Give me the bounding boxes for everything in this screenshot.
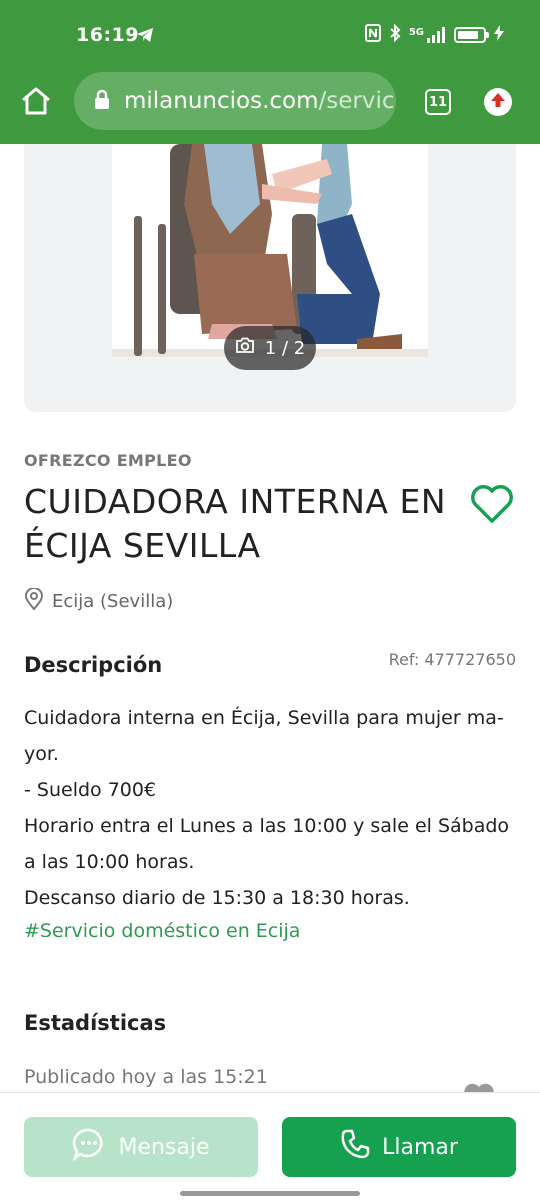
charging-icon [494,25,504,45]
description-heading: Descripción [24,653,163,677]
image-gallery[interactable]: 1 / 2 [24,144,516,412]
description-line: Horario entra el Lunes a las 10:00 y sal… [24,815,510,837]
photo-counter-text: 1 / 2 [264,337,306,359]
lock-icon [94,89,110,116]
message-label: Mensaje [118,1134,210,1160]
url-path: /servic [318,88,395,114]
network-label: 5G [408,27,424,38]
status-bar: 16:19 5G [0,0,540,70]
stats-heading: Estadísticas [24,1011,167,1035]
tab-switcher-button[interactable]: 11 [425,89,451,115]
location-text: Ecija (Sevilla) [52,591,174,612]
published-date: Publicado hoy a las 15:21 [24,1066,268,1088]
description-text: Cuidadora interna en Écija, Sevilla para… [24,700,516,916]
description-line: Descanso diario de 15:30 a 18:30 horas. [24,887,410,909]
nfc-icon [364,24,381,46]
tab-count: 11 [428,94,448,110]
home-icon[interactable] [20,86,52,120]
status-icons: 5G [364,23,504,46]
category-tag-link[interactable]: #Servicio doméstico en Ecija [24,920,300,942]
description-line: - Sueldo 700€ [24,779,157,801]
phone-icon [340,1129,370,1165]
telegram-icon [136,27,154,47]
message-button[interactable]: Mensaje [24,1117,258,1177]
action-bar: Mensaje Llamar [0,1092,540,1200]
location-pin-icon [24,587,44,615]
description-line: yor. [24,743,59,765]
listing-category: OFREZCO EMPLEO [24,451,192,470]
chat-icon [72,1127,106,1167]
signal-icon: 5G [409,27,446,43]
status-time: 16:19 [76,24,139,46]
url-host: milanuncios.com [124,88,319,114]
description-line: Cuidadora interna en Écija, Sevilla para… [24,707,504,729]
listing-title: CUIDADORA INTERNA EN ÉCIJA SEVILLA [24,482,447,565]
description-line: a las 10:00 horas. [24,851,195,873]
update-button[interactable] [484,88,512,116]
listing-reference: Ref: 477727650 [388,650,516,669]
gesture-nav-bar[interactable] [180,1191,360,1196]
camera-icon [235,337,255,359]
bluetooth-icon [389,23,401,46]
arrow-up-icon [490,92,506,112]
listing-location: Ecija (Sevilla) [24,587,174,615]
photo-counter: 1 / 2 [224,326,316,370]
battery-icon [454,27,489,43]
heart-icon[interactable] [470,484,514,528]
browser-header: 16:19 5G milanuncios.com/servic 11 [0,0,540,144]
call-button[interactable]: Llamar [282,1117,516,1177]
url-bar[interactable]: milanuncios.com/servic [74,72,396,130]
call-label: Llamar [382,1134,458,1160]
